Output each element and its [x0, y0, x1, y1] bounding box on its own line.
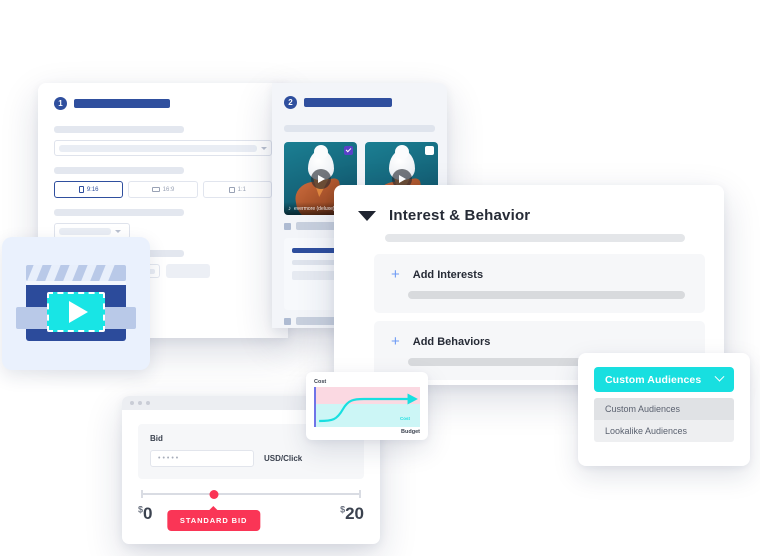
play-icon [68, 301, 88, 323]
step-title-placeholder [74, 99, 170, 108]
custom-audiences-option-list: Custom Audiences Lookalike Audiences [594, 398, 734, 442]
add-interests-label: Add Interests [412, 268, 484, 281]
music-note-icon: ♪ [288, 205, 291, 212]
chart-plot-area: Cost [314, 387, 420, 427]
audience-option-custom-label: Custom Audiences [605, 404, 681, 414]
step-title-placeholder [304, 98, 392, 107]
chevron-down-icon [714, 371, 725, 382]
interests-input-placeholder[interactable] [408, 291, 685, 299]
portrait-frame-icon [78, 186, 84, 193]
secondary-label-placeholder [54, 209, 184, 216]
chart-x-axis-label: Budget [401, 429, 420, 435]
audio-track-name: evermore (deluxe) [294, 205, 335, 212]
bid-slider[interactable]: STANDARD BID [141, 490, 361, 531]
ratio-tab-landscape[interactable]: 16:9 [128, 181, 198, 198]
video-preview-screen [47, 292, 105, 332]
square-frame-icon [228, 186, 235, 193]
objective-select[interactable] [54, 140, 272, 156]
bid-max-number: 20 [345, 504, 364, 523]
step-one-header: 1 [54, 97, 272, 110]
step-two-header: 2 [284, 96, 435, 109]
section-subtitle-placeholder [385, 234, 685, 242]
chart-y-axis-label: Cost [314, 379, 327, 385]
audience-option-custom[interactable]: Custom Audiences [594, 398, 734, 420]
ratio-tab-portrait[interactable]: 9:16 [54, 181, 124, 198]
add-interests-block: + Add Interests [374, 254, 705, 313]
bid-min-number: 0 [143, 504, 153, 523]
step-number-badge: 1 [54, 97, 67, 110]
chevron-down-icon [115, 229, 121, 233]
ratio-tab-landscape-label: 16:9 [162, 186, 175, 193]
chevron-down-icon [261, 146, 267, 150]
bid-unit-label: USD/Click [264, 454, 303, 463]
clapperboard-video-icon [2, 237, 150, 370]
bid-max-value: $20 [340, 504, 364, 524]
bid-field-row: ••••• USD/Click [150, 450, 352, 467]
add-interests-header[interactable]: + Add Interests [391, 267, 688, 282]
custom-audiences-button-label: Custom Audiences [605, 373, 702, 386]
list-icon [284, 317, 291, 325]
window-close-dot[interactable] [130, 401, 134, 405]
clapperboard-foot [26, 331, 126, 341]
play-icon[interactable] [310, 168, 331, 189]
interest-behavior-header[interactable]: Interest & Behavior [358, 207, 700, 224]
ratio-tab-portrait-label: 9:16 [86, 186, 99, 193]
cost-budget-chart-card: Cost Cost Budget [306, 372, 428, 440]
custom-audiences-panel: Custom Audiences Custom Audiences Lookal… [578, 353, 750, 466]
aspect-ratio-tabs: 9:16 16:9 1:1 [54, 181, 272, 198]
ratio-label-placeholder [54, 167, 184, 174]
standard-bid-badge: STANDARD BID [166, 510, 261, 531]
objective-select-value [59, 144, 257, 152]
window-minimize-dot[interactable] [138, 401, 142, 405]
bid-slider-handle[interactable] [209, 490, 219, 499]
clapperboard-top [26, 265, 126, 281]
audience-option-lookalike-label: Lookalike Audiences [605, 426, 688, 436]
bid-input[interactable]: ••••• [150, 450, 254, 467]
window-maximize-dot[interactable] [146, 401, 150, 405]
video-creative-badge [2, 237, 150, 370]
thumbnail-checkbox[interactable] [425, 146, 434, 155]
triangle-down-icon[interactable] [358, 210, 376, 221]
plus-icon[interactable]: + [391, 267, 400, 282]
illustration-canvas: 1 9:16 16:9 1:1 2 ♪ evermore (deluxe) In… [0, 0, 760, 556]
placement-select-value [59, 227, 111, 235]
audience-option-lookalike[interactable]: Lookalike Audiences [594, 420, 734, 442]
bid-slider-track[interactable] [141, 490, 361, 498]
thumbnail-checkbox[interactable] [344, 146, 353, 155]
bid-min-value: $0 [138, 504, 152, 524]
more-options-chip[interactable] [166, 264, 210, 278]
add-behaviors-header[interactable]: + Add Behaviors [391, 334, 688, 349]
plus-icon[interactable]: + [391, 334, 400, 349]
step-number-badge: 2 [284, 96, 297, 109]
detail-title-placeholder [292, 248, 338, 253]
custom-audiences-dropdown-button[interactable]: Custom Audiences [594, 367, 734, 392]
ratio-tab-square-label: 1:1 [237, 186, 246, 193]
picker-label-placeholder [284, 125, 435, 132]
landscape-frame-icon [151, 187, 160, 192]
list-icon [284, 222, 291, 230]
field-label-placeholder [54, 126, 184, 133]
chart-series-curve [316, 393, 418, 427]
chart-series-label: Cost [400, 416, 410, 421]
add-behaviors-label: Add Behaviors [412, 335, 491, 348]
page-title: Interest & Behavior [389, 207, 531, 224]
ratio-tab-square[interactable]: 1:1 [202, 181, 272, 198]
